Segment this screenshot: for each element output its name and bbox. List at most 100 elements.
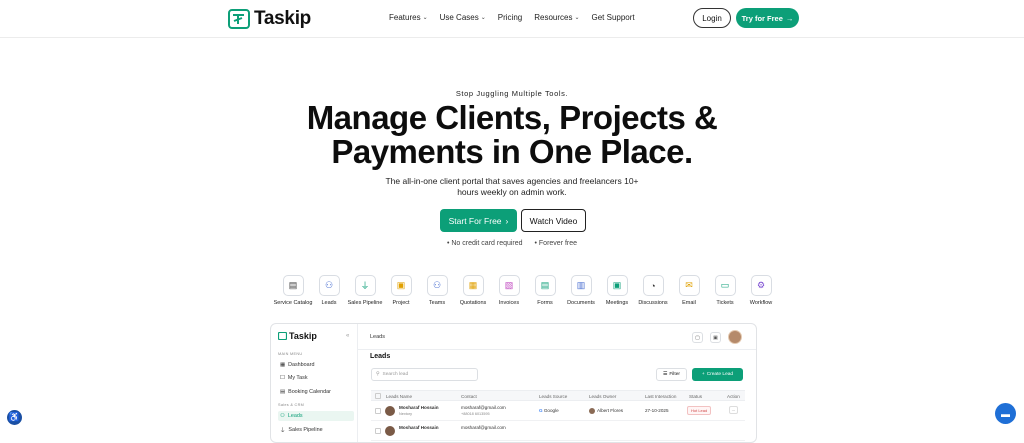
search-icon: ⚲ [376,372,380,377]
nav-resources-label: Resources [534,13,573,22]
create-lead-button[interactable]: + Create Lead [692,368,743,381]
google-icon: G [539,408,543,413]
lead-name: Mosharaf Hossain [399,425,439,430]
accessibility-icon[interactable]: ♿ [7,410,22,425]
feature-label: Meetings [605,300,629,306]
invoices-icon: ▧ [498,275,520,296]
pipeline-icon: ⏚ [354,275,376,296]
perk-forever-free: • Forever free [534,240,578,247]
lead-avatar [385,406,395,416]
sidebar-item-my-task[interactable]: ☐ My Task [278,373,354,383]
start-for-free-button[interactable]: Start For Free › [440,209,517,232]
chevron-down-icon: ⌄ [422,15,428,21]
app-topbar: Leads ▢ ▣ [358,324,756,350]
chat-widget-icon[interactable]: ▬ [995,403,1016,424]
search-placeholder: Search lead [382,372,409,377]
search-input[interactable]: ⚲ Search lead [371,368,478,381]
notification-icon[interactable]: ▢ [692,332,703,343]
feature-documents[interactable]: ▥ Documents [563,275,599,306]
column-header: Status [689,394,703,399]
login-button[interactable]: Login [693,8,731,28]
try-for-free-label: Try for Free [741,13,783,23]
nav-features[interactable]: Features ⌄ [389,13,428,22]
feature-quotations[interactable]: ▦ Quotations [455,275,491,306]
app-logo: Taskip [278,331,317,341]
documents-icon: ▥ [570,275,592,296]
feature-leads[interactable]: ⚇ Leads [311,275,347,306]
feature-discussions[interactable]: ◔ Discussions [635,275,671,306]
column-header: Action [727,394,740,399]
row-checkbox[interactable] [375,428,381,434]
feature-label: Leads [321,300,337,306]
column-header: Leads Source [539,394,568,399]
sidebar-section-main: MAIN MENU [278,352,303,356]
leads-table: Leads Name Contact Leads Source Leads Ow… [371,390,745,441]
table-row[interactable]: Mosharaf Hossain Nextory mosharaf@gmail.… [371,401,745,421]
lead-avatar [385,426,395,436]
lead-owner: Albert Flores [589,408,623,414]
calendar-icon: ▤ [280,389,286,395]
brand-logo[interactable]: Taskip [228,8,311,30]
leads-icon: ⚇ [280,413,285,419]
lead-source: G Google [539,408,559,413]
app-logo-text: Taskip [289,331,317,341]
collapse-sidebar-icon[interactable]: « [346,333,349,339]
sidebar-item-label: Leads [287,413,303,419]
app-preview: Taskip « MAIN MENU ▦ Dashboard ☐ My Task ▤… [270,323,757,443]
main-nav: Features ⌄ Use Cases ⌄ Pricing Resources ⌄ … [389,13,635,22]
nav-use-cases[interactable]: Use Cases ⌄ [440,13,486,22]
inbox-icon[interactable]: ▣ [710,332,721,343]
sidebar-item-booking-calendar[interactable]: ▤ Booking Calendar [278,387,354,397]
forms-icon: ▤ [534,275,556,296]
feature-tickets[interactable]: ▭ Tickets [707,275,743,306]
row-checkbox[interactable] [375,408,381,414]
feature-project[interactable]: ▣ Project [383,275,419,306]
headline-line-1: Manage Clients, Projects & [306,99,718,136]
hero-subtext: The all-in-one client portal that saves … [385,176,639,197]
leads-icon: ⚇ [318,275,340,296]
table-header: Leads Name Contact Leads Source Leads Ow… [371,390,745,401]
sidebar-item-label: My Task [287,375,308,381]
lead-company: Nextory [399,412,413,416]
sidebar-item-sales-pipeline[interactable]: ⏚ Sales Pipeline [278,425,354,435]
hero-eyebrow: Stop Juggling Multiple Tools. [455,89,569,98]
sidebar-item-dashboard[interactable]: ▦ Dashboard [278,360,354,370]
sidebar-item-leads[interactable]: ⚇ Leads [278,411,354,421]
filter-button[interactable]: ☰ Filter [656,368,687,381]
more-actions-icon[interactable]: ··· [729,406,738,414]
sidebar-item-label: Sales Pipeline [288,427,323,433]
top-navbar: Taskip Features ⌄ Use Cases ⌄ Pricing Reso… [0,0,1024,38]
try-for-free-button[interactable]: Try for Free → [736,8,799,28]
feature-meetings[interactable]: ▣ Meetings [599,275,635,306]
feature-invoices[interactable]: ▧ Invoices [491,275,527,306]
topbar-title: Leads [370,334,385,340]
feature-workflow[interactable]: ⚙ Workflow [743,275,779,306]
select-all-checkbox[interactable] [375,393,381,399]
user-avatar[interactable] [728,330,742,344]
feature-label: Teams [428,300,446,306]
email-icon: ✉ [678,275,700,296]
feature-teams[interactable]: ⚇ Teams [419,275,455,306]
column-header: Leads Owner [589,394,617,399]
feature-forms[interactable]: ▤ Forms [527,275,563,306]
nav-get-support[interactable]: Get Support [592,13,635,22]
quotations-icon: ▦ [462,275,484,296]
column-header: Contact [461,394,477,399]
meetings-icon: ▣ [606,275,628,296]
create-lead-label: Create Lead [706,372,734,377]
feature-label: Invoices [498,300,520,306]
table-row[interactable]: Mosharaf Hossain mosharaf@gmail.com [371,421,745,441]
last-interaction: 27-10-2025 [645,408,669,413]
lead-phone: +88018 6013595 [461,412,490,416]
nav-pricing[interactable]: Pricing [498,13,522,22]
watch-video-button[interactable]: Watch Video [521,209,586,232]
feature-sales-pipeline[interactable]: ⏚ Sales Pipeline [347,275,383,306]
feature-service-catalog[interactable]: ▤ Service Catalog [274,275,312,306]
sidebar-item-label: Dashboard [288,362,315,368]
plus-icon: + [701,372,705,377]
feature-label: Email [682,300,696,306]
catalog-icon: ▤ [282,275,304,296]
nav-resources[interactable]: Resources ⌄ [534,13,579,22]
feature-email[interactable]: ✉ Email [671,275,707,306]
feature-icon-row: ▤ Service Catalog ⚇ Leads ⏚ Sales Pipeline ▣ Pr… [274,275,779,306]
